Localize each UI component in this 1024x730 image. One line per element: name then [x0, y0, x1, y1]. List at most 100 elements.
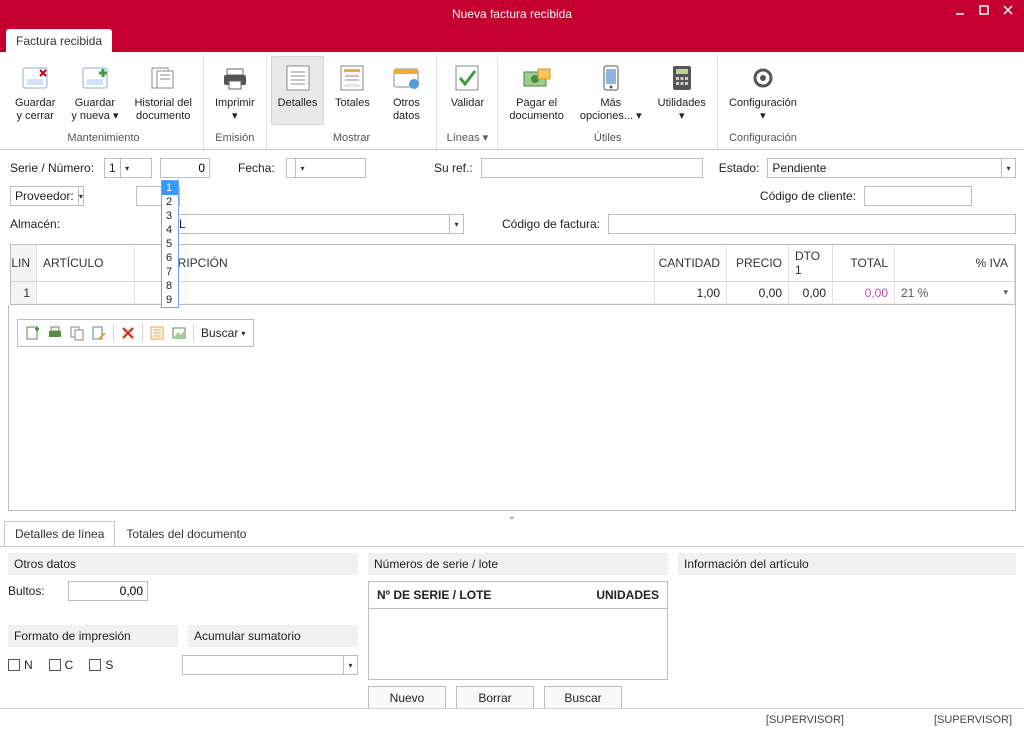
- image-line-icon[interactable]: [168, 322, 190, 344]
- acumular-combo[interactable]: ▾: [182, 655, 358, 675]
- bottom-tabs: Detalles de línea Totales del documento: [0, 521, 1024, 547]
- chevron-down-icon[interactable]: ▾: [1001, 159, 1015, 177]
- estado-combo[interactable]: Pendiente▾: [767, 158, 1016, 178]
- cell-cantidad[interactable]: 1,00: [655, 282, 727, 304]
- status-bar: [SUPERVISOR] [SUPERVISOR]: [0, 708, 1024, 730]
- splitter-handle[interactable]: ⌄: [0, 511, 1024, 521]
- note-line-icon[interactable]: [146, 322, 168, 344]
- document-history-button[interactable]: Historial del documento: [127, 56, 198, 125]
- check-c[interactable]: C: [49, 658, 74, 672]
- serie-option[interactable]: 6: [162, 251, 178, 265]
- cell-precio[interactable]: 0,00: [727, 282, 789, 304]
- other-data-icon: [389, 61, 423, 95]
- cell-lin: 1: [11, 282, 37, 304]
- group-label-mantenimiento: Mantenimiento: [67, 130, 139, 147]
- suref-input[interactable]: [481, 158, 703, 178]
- cell-dto1[interactable]: 0,00: [789, 282, 833, 304]
- chevron-down-icon[interactable]: ▾: [343, 656, 357, 674]
- delete-line-icon[interactable]: [117, 322, 139, 344]
- group-label-mostrar: Mostrar: [333, 130, 370, 147]
- serial-col-serie: Nº DE SERIE / LOTE: [369, 582, 577, 608]
- bultos-label: Bultos:: [8, 584, 68, 598]
- chevron-down-icon[interactable]: ▾: [78, 187, 83, 205]
- chevron-down-icon[interactable]: ▾: [120, 159, 134, 177]
- serie-option[interactable]: 1: [162, 181, 178, 195]
- serial-borrar-button[interactable]: Borrar: [456, 686, 534, 710]
- cell-total: 0,00: [833, 282, 895, 304]
- group-label-emision: Emisión: [215, 130, 254, 147]
- validate-icon: [450, 61, 484, 95]
- money-icon: [520, 61, 554, 95]
- serial-body: [369, 609, 667, 679]
- codigo-factura-input[interactable]: [608, 214, 1016, 234]
- print-button[interactable]: Imprimir ▾: [208, 56, 262, 125]
- edit-line-icon[interactable]: [88, 322, 110, 344]
- new-line-icon[interactable]: [22, 322, 44, 344]
- numero-input[interactable]: [160, 158, 210, 178]
- tab-totales-documento[interactable]: Totales del documento: [115, 521, 257, 546]
- print-line-icon[interactable]: [44, 322, 66, 344]
- configuration-button[interactable]: Configuración ▾: [722, 56, 804, 125]
- section-otros-datos: Otros datos: [8, 553, 358, 575]
- tab-detalles-linea[interactable]: Detalles de línea: [4, 521, 115, 546]
- chevron-down-icon[interactable]: ▾: [295, 159, 309, 177]
- minimize-button[interactable]: [948, 0, 972, 20]
- cell-articulo[interactable]: [37, 282, 135, 304]
- almacen-combo[interactable]: L▾: [174, 214, 464, 234]
- cell-descripcion[interactable]: [135, 282, 655, 304]
- printer-icon: [218, 61, 252, 95]
- other-data-button[interactable]: Otros datos: [380, 56, 432, 125]
- bottom-panel: Otros datos Bultos: Formato de impresión…: [0, 547, 1024, 716]
- mini-toolbar: Buscar▾: [17, 319, 254, 347]
- codigo-cliente-input[interactable]: [864, 186, 972, 206]
- col-dto1: DTO 1: [789, 245, 833, 281]
- totals-icon: [335, 61, 369, 95]
- ribbon-tab-factura-recibida[interactable]: Factura recibida: [6, 29, 112, 52]
- mobile-icon: [594, 61, 628, 95]
- serie-option[interactable]: 8: [162, 279, 178, 293]
- serie-option[interactable]: 2: [162, 195, 178, 209]
- validate-button[interactable]: Validar: [441, 56, 493, 113]
- details-icon: [281, 61, 315, 95]
- copy-line-icon[interactable]: [66, 322, 88, 344]
- fecha-label: Fecha:: [238, 161, 278, 175]
- serie-option[interactable]: 5: [162, 237, 178, 251]
- bultos-input[interactable]: [68, 581, 148, 601]
- serial-nuevo-button[interactable]: Nuevo: [368, 686, 446, 710]
- col-cantidad: CANTIDAD: [655, 245, 727, 281]
- pay-document-button[interactable]: Pagar el documento: [502, 56, 570, 125]
- serie-option[interactable]: 3: [162, 209, 178, 223]
- ribbon: Guardar y cerrar Guardar y nueva ▾ Histo…: [0, 52, 1024, 150]
- serie-option[interactable]: 4: [162, 223, 178, 237]
- chevron-down-icon[interactable]: ▾: [449, 215, 463, 233]
- save-new-icon: [78, 61, 112, 95]
- group-label-configuracion: Configuración: [729, 130, 797, 147]
- status-user-1: [SUPERVISOR]: [766, 714, 844, 726]
- serie-combo[interactable]: 1▾: [104, 158, 152, 178]
- save-and-close-button[interactable]: Guardar y cerrar: [8, 56, 62, 125]
- save-and-new-button[interactable]: Guardar y nueva ▾: [64, 56, 125, 125]
- check-s[interactable]: S: [89, 658, 113, 672]
- utilities-button[interactable]: Utilidades ▾: [651, 56, 713, 125]
- section-serial-lote: Números de serie / lote: [368, 553, 668, 575]
- toolbar-search-button[interactable]: Buscar▾: [197, 324, 249, 342]
- codigo-cliente-label: Código de cliente:: [760, 189, 856, 203]
- more-options-button[interactable]: Más opciones... ▾: [573, 56, 649, 125]
- serie-option[interactable]: 7: [162, 265, 178, 279]
- cell-iva[interactable]: 21 %▾: [895, 282, 1015, 304]
- close-button[interactable]: [996, 0, 1020, 20]
- status-user-2: [SUPERVISOR]: [934, 714, 1012, 726]
- grid-lower-area: Buscar▾: [8, 305, 1016, 511]
- fecha-combo[interactable]: ▾: [286, 158, 366, 178]
- serie-dropdown-list[interactable]: 123456789: [161, 180, 179, 308]
- serial-table: Nº DE SERIE / LOTE UNIDADES: [368, 581, 668, 680]
- check-n[interactable]: N: [8, 658, 33, 672]
- gear-icon: [746, 61, 780, 95]
- estado-label: Estado:: [719, 161, 760, 175]
- details-button[interactable]: Detalles: [271, 56, 325, 125]
- maximize-button[interactable]: [972, 0, 996, 20]
- serie-option[interactable]: 9: [162, 293, 178, 307]
- proveedor-combo[interactable]: Proveedor:▾: [10, 186, 84, 206]
- serial-buscar-button[interactable]: Buscar: [544, 686, 622, 710]
- totals-button[interactable]: Totales: [326, 56, 378, 125]
